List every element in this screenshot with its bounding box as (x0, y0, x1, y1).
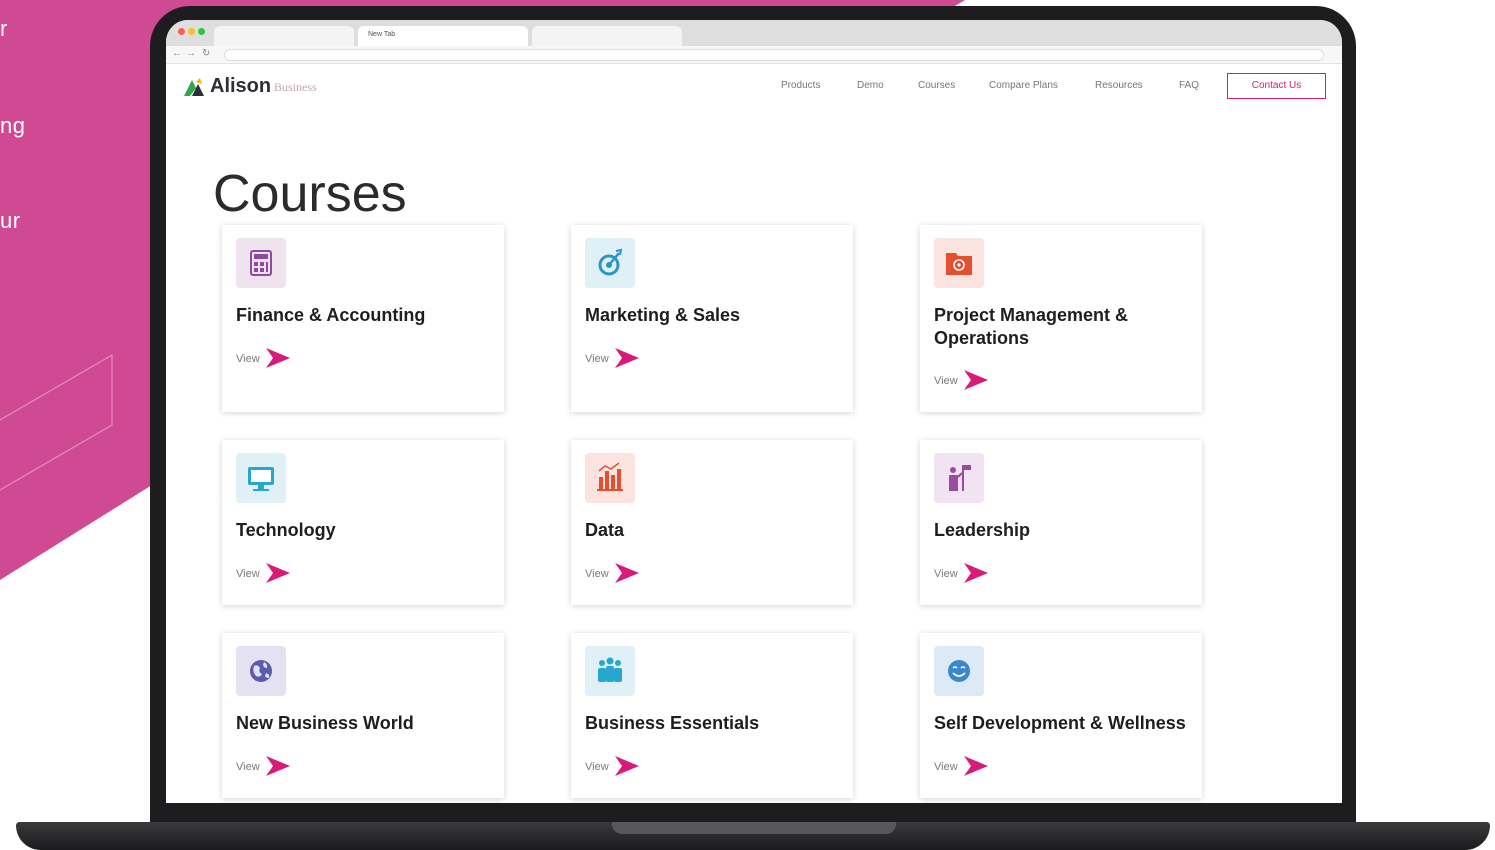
course-title: New Business World (236, 713, 414, 733)
globe-icon (236, 646, 286, 696)
address-bar[interactable] (224, 49, 1324, 61)
course-card[interactable]: Leadership View (920, 440, 1202, 605)
close-window-dot[interactable] (178, 28, 185, 35)
side-text-3: ur (0, 208, 21, 233)
view-label: View (236, 353, 260, 365)
browser-tab-bar: New Tab (166, 20, 1342, 46)
arrow-right-icon (266, 563, 290, 583)
arrow-right-icon (964, 563, 988, 583)
back-icon[interactable]: ← (172, 48, 182, 59)
course-title: Business Essentials (585, 713, 760, 733)
course-card[interactable]: Project Management & Operations View (920, 225, 1202, 412)
logo-subtitle: Business (274, 80, 317, 94)
bar-chart-icon (585, 453, 635, 503)
target-icon (585, 238, 635, 288)
nav-link-products[interactable]: Products (781, 80, 820, 91)
course-title: Leadership (934, 520, 1031, 540)
course-title: Marketing & Sales (585, 305, 741, 325)
gear-folder-icon (934, 238, 984, 288)
course-card[interactable]: Self Development & Wellness View (920, 633, 1202, 798)
course-card[interactable]: Data View (571, 440, 853, 605)
monitor-icon (236, 453, 286, 503)
course-title: Data (585, 520, 625, 540)
course-card[interactable]: Business Essentials View (571, 633, 853, 798)
maximize-window-dot[interactable] (198, 28, 205, 35)
alison-logo-icon (184, 78, 204, 96)
laptop-notch (612, 822, 896, 834)
nav-link-compare-plans[interactable]: Compare Plans (989, 80, 1058, 91)
browser-tab-active[interactable]: New Tab (358, 26, 528, 46)
course-title: Finance & Accounting (236, 305, 426, 325)
course-card[interactable]: Finance & Accounting View (222, 225, 504, 412)
course-card[interactable]: New Business World View (222, 633, 504, 798)
view-label: View (585, 761, 609, 773)
nav-link-courses[interactable]: Courses (918, 80, 955, 91)
arrow-right-icon (964, 370, 988, 390)
view-label: View (585, 568, 609, 580)
leader-flag-icon (934, 453, 984, 503)
arrow-right-icon (615, 348, 639, 368)
arrow-right-icon (615, 756, 639, 776)
side-text-2: ng (0, 113, 26, 138)
course-title: Technology (236, 520, 336, 540)
side-text-1: r (0, 16, 8, 41)
view-label: View (934, 761, 958, 773)
page-title: Courses (213, 165, 407, 223)
logo-text[interactable]: Alison (210, 75, 271, 98)
site-header: Alison Business Products Demo Courses Co… (166, 64, 1342, 110)
laptop-screen: New Tab ← → ↻ Alison Business Products D… (166, 20, 1342, 803)
reload-icon[interactable]: ↻ (202, 48, 210, 59)
forward-icon[interactable]: → (186, 48, 196, 59)
view-label: View (236, 568, 260, 580)
arrow-right-icon (615, 563, 639, 583)
stage: r ng ur New Tab ← → ↻ Alison Business Pr… (0, 0, 1495, 850)
calculator-icon (236, 238, 286, 288)
arrow-right-icon (266, 756, 290, 776)
arrow-right-icon (266, 348, 290, 368)
browser-address-row: ← → ↻ (166, 46, 1342, 64)
smile-icon (934, 646, 984, 696)
view-label: View (934, 568, 958, 580)
view-label: View (934, 375, 958, 387)
browser-tab[interactable] (532, 26, 682, 46)
course-card[interactable]: Marketing & Sales View (571, 225, 853, 412)
arrow-right-icon (964, 756, 988, 776)
minimize-window-dot[interactable] (188, 28, 195, 35)
course-title: Project Management & Operations (934, 305, 1129, 348)
nav-link-faq[interactable]: FAQ (1179, 80, 1199, 91)
view-label: View (585, 353, 609, 365)
course-card[interactable]: Technology View (222, 440, 504, 605)
contact-us-button[interactable]: Contact Us (1227, 73, 1326, 99)
course-title: Self Development & Wellness (934, 713, 1186, 733)
view-label: View (236, 761, 260, 773)
nav-link-resources[interactable]: Resources (1095, 80, 1143, 91)
team-icon (585, 646, 635, 696)
nav-link-demo[interactable]: Demo (857, 80, 884, 91)
browser-tab[interactable] (214, 26, 354, 46)
